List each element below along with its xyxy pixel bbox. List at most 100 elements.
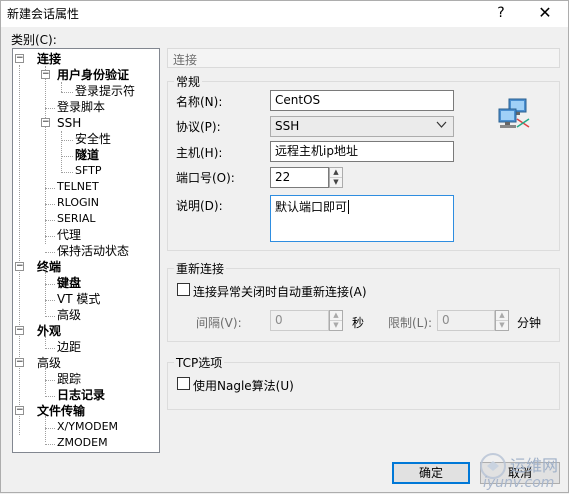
protocol-select[interactable]: SSH <box>270 116 454 137</box>
tree-line <box>61 92 73 93</box>
collapse-icon[interactable]: − <box>15 262 24 271</box>
interval-input[interactable]: 0 <box>270 310 329 331</box>
collapse-icon[interactable]: − <box>15 326 24 335</box>
tree-line <box>45 368 46 394</box>
collapse-icon[interactable]: − <box>15 54 24 63</box>
tree-item-label: 终端 <box>37 260 62 274</box>
auto-reconnect-label: 连接异常关闭时自动重新连接(A) <box>193 285 367 299</box>
spin-down-icon[interactable]: ▼ <box>330 321 342 331</box>
tree-item-label: 日志记录 <box>57 388 106 402</box>
limit-spinner[interactable]: ▲ ▼ <box>495 310 509 331</box>
tree-item-label: SERIAL <box>57 212 96 225</box>
tree-line <box>45 220 55 221</box>
host-label: 主机(H): <box>176 146 223 160</box>
tree-item-label: 隧道 <box>75 148 100 162</box>
text-cursor <box>348 200 350 214</box>
tree-item-label: SFTP <box>75 164 102 177</box>
nagle-checkbox[interactable] <box>177 377 190 390</box>
tree-line <box>45 380 55 381</box>
tree-item-label: 边距 <box>57 340 82 354</box>
port-label: 端口号(O): <box>176 171 235 185</box>
port-input[interactable]: 22 <box>270 167 329 188</box>
spin-up-icon[interactable]: ▲ <box>330 168 342 178</box>
tree-line <box>45 416 46 442</box>
tree-line <box>61 131 62 173</box>
tree-line <box>45 284 55 285</box>
watermark-logo: 运维网 iyunv.com <box>479 450 569 494</box>
tree-line <box>45 204 55 205</box>
name-label: 名称(N): <box>176 95 223 109</box>
tree-item-label: 文件传输 <box>37 404 86 418</box>
description-textarea[interactable]: 默认端口即可 <box>270 195 454 242</box>
interval-spinner[interactable]: ▲ ▼ <box>329 310 343 331</box>
port-spinner[interactable]: ▲ ▼ <box>329 167 343 188</box>
tree-item-label: 键盘 <box>57 276 82 290</box>
collapse-icon[interactable]: − <box>41 118 50 127</box>
chevron-down-icon <box>436 119 447 135</box>
category-tree[interactable]: − 连接 − 用户身份验证 登录提示符 登录脚本 − SSH 安全性 隧道 SF… <box>12 48 160 453</box>
tree-item-terminal[interactable]: − 终端 <box>15 259 155 275</box>
tree-line <box>45 272 46 314</box>
spin-down-icon[interactable]: ▼ <box>496 321 508 331</box>
tree-line <box>45 252 55 253</box>
network-computers-icon <box>498 98 530 128</box>
help-button[interactable]: ? <box>483 1 519 25</box>
tree-item-label: 高级 <box>37 356 62 370</box>
name-input[interactable]: CentOS <box>270 90 454 111</box>
tree-item-label: 用户身份验证 <box>57 68 130 82</box>
tree-item-label: 安全性 <box>75 132 112 146</box>
tree-line <box>45 348 55 349</box>
watermark-en: iyunv.com <box>483 475 555 491</box>
tree-line <box>45 316 55 317</box>
collapse-icon[interactable]: − <box>15 358 24 367</box>
tree-item-connection[interactable]: − 连接 <box>15 51 155 67</box>
tree-line <box>45 428 55 429</box>
tree-line <box>45 188 55 189</box>
tree-item-label: ZMODEM <box>57 436 108 449</box>
auto-reconnect-checkbox[interactable] <box>177 283 190 296</box>
tree-item-label: 代理 <box>57 228 82 242</box>
tree-item-label: 外观 <box>37 324 62 338</box>
protocol-value: SSH <box>275 119 300 133</box>
tree-item-label: VT 模式 <box>57 292 101 306</box>
collapse-icon[interactable]: − <box>41 70 50 79</box>
ok-button[interactable]: 确定 <box>392 462 470 484</box>
tree-item-label: 跟踪 <box>57 372 82 386</box>
tree-item-label: RLOGIN <box>57 196 100 209</box>
general-group-title: 常规 <box>174 73 203 90</box>
tree-item-label: 登录脚本 <box>57 100 106 114</box>
tree-line <box>61 140 73 141</box>
tree-line <box>19 65 20 435</box>
limit-input[interactable]: 0 <box>437 310 495 331</box>
session-properties-dialog: 新建会话属性 ? ✕ 类别(C): − 连接 − 用户身份验证 登录提示符 登录… <box>0 0 569 493</box>
tree-line <box>45 396 55 397</box>
tree-item-label: X/YMODEM <box>57 420 119 433</box>
tree-line <box>61 172 73 173</box>
tree-line <box>45 300 55 301</box>
host-input[interactable]: 远程主机ip地址 <box>270 141 454 162</box>
section-header: 连接 <box>167 48 560 68</box>
tcp-group-title: TCP选项 <box>174 354 225 371</box>
seconds-label: 秒 <box>352 316 365 330</box>
spin-up-icon[interactable]: ▲ <box>330 311 342 321</box>
tree-item-advanced[interactable]: − 高级 <box>15 355 155 371</box>
interval-label: 间隔(V): <box>196 316 242 330</box>
close-button[interactable]: ✕ <box>527 1 563 25</box>
spin-down-icon[interactable]: ▼ <box>330 178 342 188</box>
tree-line <box>45 108 55 109</box>
spin-up-icon[interactable]: ▲ <box>496 311 508 321</box>
tree-item-auth[interactable]: − 用户身份验证 <box>41 67 157 83</box>
protocol-label: 协议(P): <box>176 120 221 134</box>
tree-item-ssh[interactable]: − SSH <box>41 115 101 131</box>
tree-item-file-transfer[interactable]: − 文件传输 <box>15 403 155 419</box>
tree-item-appearance[interactable]: − 外观 <box>15 323 155 339</box>
tree-line <box>45 444 55 445</box>
tree-item-label: 保持活动状态 <box>57 244 130 258</box>
description-value: 默认端口即可 <box>275 200 348 214</box>
tree-line <box>45 236 55 237</box>
tree-item-label: 登录提示符 <box>75 84 136 98</box>
collapse-icon[interactable]: − <box>15 406 24 415</box>
reconnect-group-title: 重新连接 <box>174 260 227 277</box>
window-title: 新建会话属性 <box>7 7 80 21</box>
tree-item-label: 连接 <box>37 52 62 66</box>
